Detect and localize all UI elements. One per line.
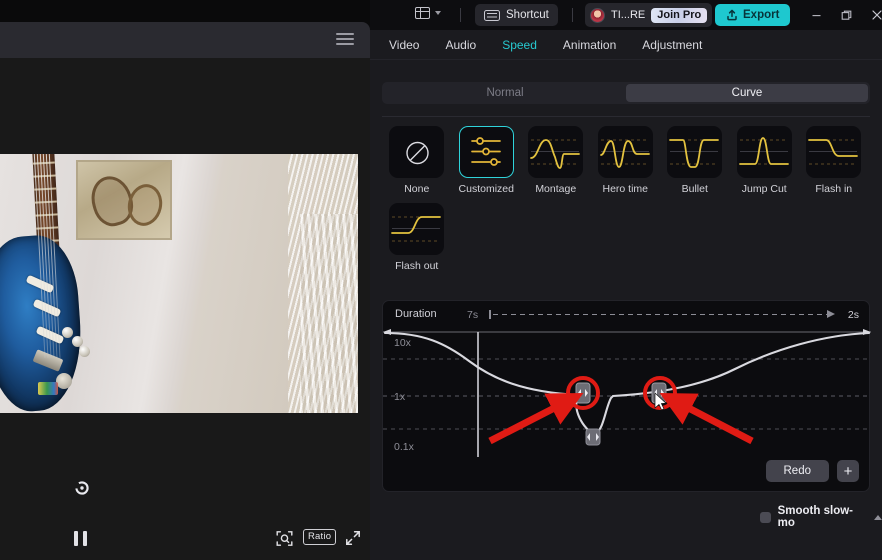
- preset-jump-cut[interactable]: Jump Cut: [730, 126, 800, 195]
- maximize-icon[interactable]: [832, 0, 860, 30]
- shortcut-button[interactable]: Shortcut: [475, 4, 558, 26]
- export-label: Export: [743, 9, 780, 21]
- add-keyframe-button[interactable]: +: [837, 460, 859, 482]
- preset-label: Hero time: [602, 183, 648, 195]
- preview-knob-2: [72, 336, 83, 347]
- properties-panel: Shortcut TI...RE Join Pro Export Video A…: [370, 0, 882, 560]
- layout-panel-icon: [414, 6, 430, 19]
- preset-label: Jump Cut: [741, 183, 787, 195]
- speed-mode-switch: Normal Curve: [382, 82, 870, 104]
- original-duration: 7s: [467, 309, 479, 321]
- speed-curve-editor[interactable]: Duration 7s 2s 10x 1x 0.1x Redo +: [382, 300, 871, 492]
- preset-none[interactable]: None: [382, 126, 452, 195]
- upload-icon: [726, 9, 738, 21]
- smooth-slow-mo-row: Smooth slow-mo: [760, 505, 882, 529]
- smooth-slow-mo-label: Smooth slow-mo: [777, 505, 853, 529]
- hamburger-menu-icon[interactable]: [336, 31, 354, 47]
- y-axis-label-0.1x: 0.1x: [394, 441, 414, 453]
- account-button[interactable]: TI...RE Join Pro: [585, 3, 713, 27]
- montage-curve-icon: [528, 126, 584, 178]
- preset-label: Customized: [458, 183, 514, 195]
- preset-label: Flash out: [395, 260, 439, 272]
- titlebar-divider-1: [460, 8, 461, 22]
- title-bar: Shortcut TI...RE Join Pro Export: [370, 0, 882, 30]
- account-name: TI...RE: [611, 9, 646, 21]
- divider: [382, 116, 870, 117]
- layout-selector-button[interactable]: [414, 6, 441, 19]
- replay-icon[interactable]: [74, 480, 90, 496]
- fullscreen-icon[interactable]: [345, 530, 361, 546]
- flash-out-curve-icon: [389, 203, 445, 255]
- duration-arrow-track: [489, 310, 835, 319]
- zoom-fit-icon[interactable]: [276, 530, 293, 547]
- preview-output-jack: [56, 373, 72, 389]
- minimize-icon[interactable]: [802, 0, 830, 30]
- y-axis-label-10x: 10x: [394, 337, 411, 349]
- tab-audio[interactable]: Audio: [434, 34, 487, 56]
- ratio-button[interactable]: Ratio: [303, 529, 337, 545]
- mode-normal[interactable]: Normal: [384, 84, 626, 102]
- preview-knob-1: [62, 327, 73, 338]
- preview-knob-3: [79, 346, 90, 357]
- tab-speed[interactable]: Speed: [491, 34, 548, 56]
- jump-cut-curve-icon: [736, 126, 792, 178]
- bullet-curve-icon: [667, 126, 723, 178]
- preset-flash-in[interactable]: Flash in: [799, 126, 869, 195]
- curve-actions: Redo +: [765, 460, 859, 482]
- hero-time-curve-icon: [597, 126, 653, 178]
- preset-montage[interactable]: Montage: [521, 126, 591, 195]
- preset-label: Montage: [535, 183, 577, 195]
- video-preview[interactable]: [0, 154, 358, 413]
- preset-label: Flash in: [815, 183, 853, 195]
- tab-video[interactable]: Video: [378, 34, 430, 56]
- preset-label: Bullet: [681, 183, 708, 195]
- export-button[interactable]: Export: [715, 4, 791, 26]
- chevron-up-icon[interactable]: [874, 514, 882, 520]
- y-axis-label-1x: 1x: [394, 391, 406, 403]
- preview-pane: Ratio: [0, 0, 370, 560]
- avatar: [590, 7, 605, 23]
- preview-body: Ratio: [0, 58, 370, 560]
- sliders-icon: [458, 126, 514, 178]
- preview-wall-art: [76, 160, 172, 240]
- pause-icon[interactable]: [74, 531, 87, 546]
- preview-sheer-curtain-2: [300, 214, 358, 413]
- tab-adjustment[interactable]: Adjustment: [631, 34, 713, 56]
- close-icon[interactable]: [863, 0, 882, 30]
- tab-animation[interactable]: Animation: [552, 34, 627, 56]
- preset-flash-out[interactable]: Flash out: [382, 203, 452, 272]
- preview-controls: Ratio: [0, 516, 370, 560]
- mode-curve[interactable]: Curve: [626, 84, 868, 102]
- chevron-down-icon: [435, 11, 441, 15]
- titlebar-divider-2: [572, 8, 573, 22]
- preview-sticker: [38, 382, 58, 395]
- flash-in-curve-icon: [806, 126, 862, 178]
- keyframe-handle-bottom: [585, 428, 601, 446]
- keyboard-icon: [484, 9, 500, 21]
- duration-row: Duration 7s 2s: [383, 301, 869, 329]
- preview-strings: [33, 154, 61, 358]
- no-speed-icon: [389, 126, 445, 178]
- preset-customized[interactable]: Customized: [452, 126, 522, 195]
- curve-preset-list: None Customized Montage Hero time Bullet…: [382, 126, 874, 280]
- speed-curve-graph[interactable]: 10x 1x 0.1x: [383, 329, 871, 459]
- duration-label: Duration: [395, 308, 437, 320]
- panel-tabs: Video Audio Speed Animation Adjustment: [370, 30, 882, 60]
- preset-label: None: [404, 183, 430, 195]
- shortcut-label: Shortcut: [506, 9, 549, 21]
- preset-bullet[interactable]: Bullet: [660, 126, 730, 195]
- preview-topbar: [0, 22, 370, 58]
- join-pro-badge[interactable]: Join Pro: [651, 7, 708, 23]
- redo-button[interactable]: Redo: [765, 460, 829, 482]
- result-duration: 2s: [847, 309, 859, 321]
- smooth-slow-mo-checkbox[interactable]: [760, 511, 771, 523]
- preset-hero-time[interactable]: Hero time: [591, 126, 661, 195]
- app-window: Ratio Shortcut TI...RE Join Pro Export V…: [0, 0, 882, 560]
